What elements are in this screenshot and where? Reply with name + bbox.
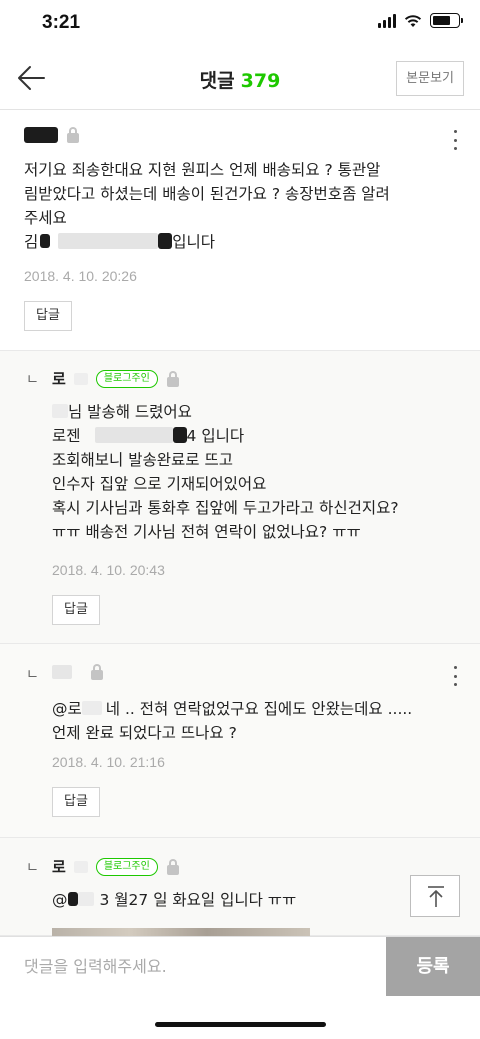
more-vertical-icon[interactable] (452, 130, 458, 150)
blurred-name (73, 372, 88, 385)
comment-line: 로젠 4 입니다 (52, 424, 399, 448)
reply-indent-mark: ㄴ (26, 372, 39, 388)
comment-line: 인수자 집앞 으로 기재되어있어요 (52, 475, 267, 493)
battery-icon (430, 13, 463, 28)
comment-text-fragment: @ (52, 891, 68, 909)
redacted-block (67, 892, 78, 906)
comment-line: 님 발송해 드렸어요 (52, 400, 399, 424)
comment-line: 언제 완료 되었다고 뜨나요 ? (52, 724, 237, 742)
blurred-name (81, 701, 102, 715)
status-icons (378, 13, 463, 28)
comment-author-row (24, 127, 80, 143)
lock-icon (66, 127, 80, 143)
comment-line: 림받았다고 하셨는데 배송이 된건가요 ? 송장번호좀 알려 (24, 185, 390, 203)
comment-count: 379 (240, 70, 281, 92)
status-time: 3:21 (42, 12, 81, 33)
comment-line: 저기요 죄송한대요 지현 원피스 언제 배송되요 ? 통관알 (24, 161, 381, 179)
reply-item: ㄴ 로 블로그주인 @3 월27 일 화요일 입니다 ㅠㅠ (0, 838, 480, 936)
reply-button[interactable]: 답글 (24, 301, 72, 331)
comment-text-fragment: @로 (52, 700, 82, 718)
reply-author-row: 로 블로그주인 (52, 856, 180, 877)
reply-author-row: 로 블로그주인 (52, 368, 180, 389)
blog-owner-badge: 블로그주인 (95, 369, 158, 388)
comment-line: 주세요 (24, 209, 67, 227)
lock-icon (90, 664, 104, 680)
comment-line: 조회해보니 발송완료로 뜨고 (52, 451, 233, 469)
comment-date: 2018. 4. 10. 21:16 (52, 754, 165, 770)
reply-body: @3 월27 일 화요일 입니다 ㅠㅠ (52, 888, 296, 912)
author-name-redacted (24, 127, 58, 143)
app-header: 댓글 379 본문보기 (0, 46, 480, 110)
reply-author-row (52, 664, 104, 680)
wifi-icon (404, 14, 422, 27)
reply-body: @로 네 .. 전혀 연락없었구요 집에도 안왔는데요 ..... 언제 완료 되… (52, 697, 412, 745)
comment-list[interactable]: 저기요 죄송한대요 지현 원피스 언제 배송되요 ? 통관알 림받았다고 하셨는… (0, 111, 480, 936)
battery-level (433, 16, 450, 25)
attached-photo[interactable] (52, 928, 310, 936)
author-name: 로 (52, 858, 66, 876)
comment-text-fragment: 입니다 (172, 233, 216, 251)
redacted-block (40, 234, 51, 248)
page-title-label: 댓글 (199, 70, 235, 92)
blog-owner-badge: 블로그주인 (95, 857, 158, 876)
submit-button[interactable]: 등록 (386, 937, 480, 996)
redacted-block (158, 233, 173, 249)
comment-text-fragment: 로젠 (52, 427, 81, 445)
comment-text-fragment: 3 월27 일 화요일 입니다 ㅠㅠ (99, 891, 297, 909)
comment-text-fragment: 님 발송해 드렸어요 (68, 403, 192, 421)
status-bar: 3:21 (0, 0, 480, 46)
blurred-name (52, 665, 72, 679)
comment-line: 혹시 기사님과 통화후 집앞에 두고가라고 하신건지요? (52, 499, 399, 517)
comment-item: 저기요 죄송한대요 지현 원피스 언제 배송되요 ? 통관알 림받았다고 하셨는… (0, 111, 480, 351)
comment-line: 김 입니다 (24, 230, 390, 254)
scroll-to-top-icon (428, 886, 444, 907)
comment-line: @로 네 .. 전혀 연락없었구요 집에도 안왔는데요 ..... (52, 697, 412, 721)
comment-line: ㅠㅠ 배송전 기사님 전혀 연락이 없었나요? ㅠㅠ (52, 523, 361, 541)
author-name: 로 (52, 370, 66, 388)
reply-button[interactable]: 답글 (52, 787, 100, 817)
reply-indent-mark: ㄴ (26, 860, 39, 876)
signal-icon (378, 13, 396, 28)
comment-text-fragment: 4 입니다 (186, 427, 245, 445)
reply-button[interactable]: 답글 (52, 595, 100, 625)
comment-text-fragment: 김 (24, 233, 39, 251)
comment-input[interactable] (0, 937, 386, 996)
home-indicator[interactable] (155, 1022, 326, 1027)
view-original-button[interactable]: 본문보기 (396, 61, 464, 96)
blurred-name (73, 860, 88, 873)
comment-date: 2018. 4. 10. 20:43 (52, 562, 165, 578)
scroll-to-top-button[interactable] (410, 875, 460, 917)
lock-icon (166, 370, 180, 387)
lock-icon (166, 858, 180, 875)
reply-indent-mark: ㄴ (26, 667, 39, 683)
blurred-name (77, 892, 94, 906)
reply-item: ㄴ @로 네 .. 전혀 연락없었구요 집에도 안왔는데요 ..... 언제 완료… (0, 644, 480, 838)
blurred-name (52, 404, 68, 418)
reply-body: 님 발송해 드렸어요 로젠 4 입니다 조회해보니 발송완료로 뜨고 인수자 집앞… (52, 400, 399, 544)
reply-item: ㄴ 로 블로그주인 님 발송해 드렸어요 로젠 4 입니다 조회해보니 발송완료로… (0, 351, 480, 644)
comment-line: @3 월27 일 화요일 입니다 ㅠㅠ (52, 888, 296, 912)
blurred-tracking-number (58, 233, 159, 249)
comment-date: 2018. 4. 10. 20:26 (24, 268, 137, 284)
comment-input-bar: 등록 (0, 936, 480, 996)
comment-body: 저기요 죄송한대요 지현 원피스 언제 배송되요 ? 통관알 림받았다고 하셨는… (24, 158, 390, 254)
comment-text-fragment: 네 .. 전혀 연락없었구요 집에도 안왔는데요 ..... (105, 700, 413, 718)
blurred-tracking-number (94, 427, 173, 443)
more-vertical-icon[interactable] (452, 666, 458, 686)
redacted-block (172, 427, 187, 443)
